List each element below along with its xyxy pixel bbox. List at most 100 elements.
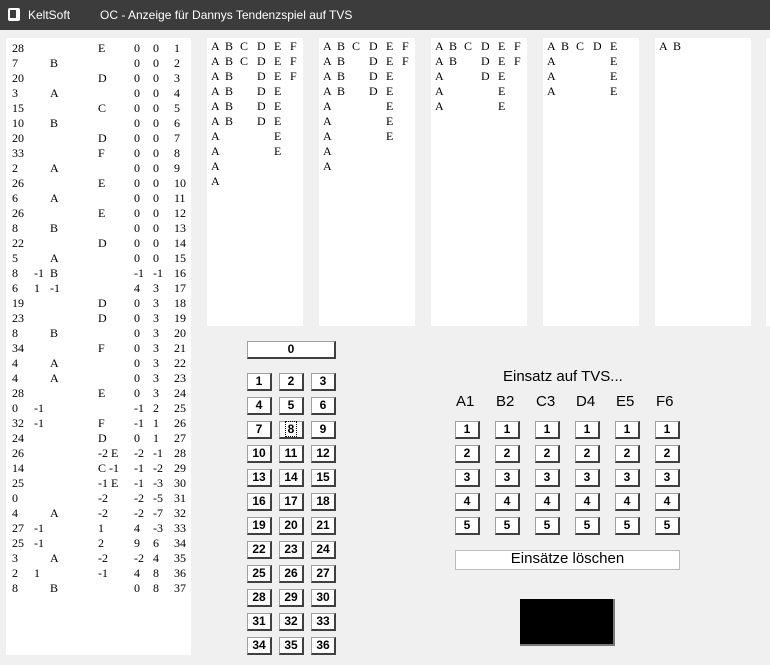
number-24-button[interactable]: 24 bbox=[311, 541, 336, 559]
bet-a1-1-button[interactable]: 1 bbox=[455, 421, 480, 439]
number-1-button[interactable]: 1 bbox=[247, 373, 272, 391]
bet-e5-2-button[interactable]: 2 bbox=[615, 445, 640, 463]
number-29-button[interactable]: 29 bbox=[279, 589, 304, 607]
number-6-button[interactable]: 6 bbox=[311, 397, 336, 415]
number-17-button[interactable]: 17 bbox=[279, 493, 304, 511]
bet-a1-2-button[interactable]: 2 bbox=[455, 445, 480, 463]
number-27-button[interactable]: 27 bbox=[311, 565, 336, 583]
history-cell-x: 0 bbox=[134, 326, 140, 340]
history-cell-c: E bbox=[98, 206, 106, 220]
panel-row: AE bbox=[543, 84, 639, 99]
history-row: 6 A 0 0 11 bbox=[6, 191, 191, 206]
panel-letter: A bbox=[323, 54, 332, 68]
number-23-button[interactable]: 23 bbox=[279, 541, 304, 559]
history-row: 5 A 0 0 15 bbox=[6, 251, 191, 266]
history-row: 34 F 0 3 21 bbox=[6, 341, 191, 356]
history-cell-y: 3 bbox=[153, 386, 159, 400]
history-row: 2 A 00 9 bbox=[6, 161, 191, 176]
history-cell-n: 6 bbox=[12, 281, 18, 295]
number-4-button[interactable]: 4 bbox=[247, 397, 272, 415]
bet-e5-3-button[interactable]: 3 bbox=[615, 469, 640, 487]
bet-c3-2-button[interactable]: 2 bbox=[535, 445, 560, 463]
number-35-button[interactable]: 35 bbox=[279, 637, 304, 655]
number-36-button[interactable]: 36 bbox=[311, 637, 336, 655]
history-cell-y: 3 bbox=[153, 371, 159, 385]
history-cell-i: 27 bbox=[174, 431, 186, 445]
panel-letter: A bbox=[323, 39, 332, 53]
number-15-button[interactable]: 15 bbox=[311, 469, 336, 487]
number-19-button[interactable]: 19 bbox=[247, 517, 272, 535]
bet-c3-3-button[interactable]: 3 bbox=[535, 469, 560, 487]
bet-b2-2-button[interactable]: 2 bbox=[495, 445, 520, 463]
number-22-button[interactable]: 22 bbox=[247, 541, 272, 559]
panel-letter: D bbox=[369, 84, 378, 98]
number-3-button[interactable]: 3 bbox=[311, 373, 336, 391]
number-7-button[interactable]: 7 bbox=[247, 421, 272, 439]
number-31-button[interactable]: 31 bbox=[247, 613, 272, 631]
bet-f6-1-button[interactable]: 1 bbox=[655, 421, 680, 439]
history-cell-x: -2 bbox=[134, 506, 144, 520]
bet-d4-4-button[interactable]: 4 bbox=[575, 493, 600, 511]
bet-e5-5-button[interactable]: 5 bbox=[615, 517, 640, 535]
panel-letter: F bbox=[402, 39, 409, 53]
number-26-button[interactable]: 26 bbox=[279, 565, 304, 583]
panel-row: AE bbox=[431, 99, 527, 114]
bet-d4-5-button[interactable]: 5 bbox=[575, 517, 600, 535]
number-18-button[interactable]: 18 bbox=[311, 493, 336, 511]
bet-f6-3-button[interactable]: 3 bbox=[655, 469, 680, 487]
bet-a1-3-button[interactable]: 3 bbox=[455, 469, 480, 487]
bet-e5-1-button[interactable]: 1 bbox=[615, 421, 640, 439]
bet-b2-3-button[interactable]: 3 bbox=[495, 469, 520, 487]
number-25-button[interactable]: 25 bbox=[247, 565, 272, 583]
bet-f6-4-button[interactable]: 4 bbox=[655, 493, 680, 511]
history-cell-i: 10 bbox=[174, 176, 186, 190]
number-0-button[interactable]: 0 bbox=[247, 341, 336, 359]
number-11-button[interactable]: 11 bbox=[279, 445, 304, 463]
history-cell-x: 0 bbox=[134, 356, 140, 370]
bet-e5-4-button[interactable]: 4 bbox=[615, 493, 640, 511]
history-cell-x: 0 bbox=[134, 221, 140, 235]
history-cell-n: 8 bbox=[12, 266, 18, 280]
bet-b2-4-button[interactable]: 4 bbox=[495, 493, 520, 511]
history-cell-x: 0 bbox=[134, 311, 140, 325]
bet-c3-5-button[interactable]: 5 bbox=[535, 517, 560, 535]
number-16-button[interactable]: 16 bbox=[247, 493, 272, 511]
clear-bets-button[interactable]: Einsätze löschen bbox=[455, 550, 680, 570]
panel-row: AB DE bbox=[207, 84, 303, 99]
history-cell-n: 14 bbox=[12, 461, 24, 475]
bet-b2-1-button[interactable]: 1 bbox=[495, 421, 520, 439]
bet-c3-1-button[interactable]: 1 bbox=[535, 421, 560, 439]
number-8-button[interactable]: 8 bbox=[279, 421, 304, 439]
number-2-button[interactable]: 2 bbox=[279, 373, 304, 391]
bet-d4-1-button[interactable]: 1 bbox=[575, 421, 600, 439]
panel-letter: A bbox=[211, 84, 220, 98]
panel-row: ABCDE bbox=[543, 39, 639, 54]
panel-letter: A bbox=[211, 159, 220, 173]
number-21-button[interactable]: 21 bbox=[311, 517, 336, 535]
bet-f6-5-button[interactable]: 5 bbox=[655, 517, 680, 535]
history-cell-c: E bbox=[98, 386, 106, 400]
number-5-button[interactable]: 5 bbox=[279, 397, 304, 415]
bet-a1-4-button[interactable]: 4 bbox=[455, 493, 480, 511]
number-30-button[interactable]: 30 bbox=[311, 589, 336, 607]
bet-b2-5-button[interactable]: 5 bbox=[495, 517, 520, 535]
bet-f6-2-button[interactable]: 2 bbox=[655, 445, 680, 463]
bet-d4-3-button[interactable]: 3 bbox=[575, 469, 600, 487]
number-34-button[interactable]: 34 bbox=[247, 637, 272, 655]
number-33-button[interactable]: 33 bbox=[311, 613, 336, 631]
bet-a1-5-button[interactable]: 5 bbox=[455, 517, 480, 535]
panel-letter: A bbox=[211, 99, 220, 113]
history-cell-m: 1 bbox=[34, 566, 40, 580]
number-28-button[interactable]: 28 bbox=[247, 589, 272, 607]
number-13-button[interactable]: 13 bbox=[247, 469, 272, 487]
number-20-button[interactable]: 20 bbox=[279, 517, 304, 535]
bet-d4-2-button[interactable]: 2 bbox=[575, 445, 600, 463]
panel-row: AE bbox=[319, 99, 415, 114]
history-cell-n: 7 bbox=[12, 56, 18, 70]
number-9-button[interactable]: 9 bbox=[311, 421, 336, 439]
number-12-button[interactable]: 12 bbox=[311, 445, 336, 463]
number-32-button[interactable]: 32 bbox=[279, 613, 304, 631]
number-14-button[interactable]: 14 bbox=[279, 469, 304, 487]
number-10-button[interactable]: 10 bbox=[247, 445, 272, 463]
bet-c3-4-button[interactable]: 4 bbox=[535, 493, 560, 511]
